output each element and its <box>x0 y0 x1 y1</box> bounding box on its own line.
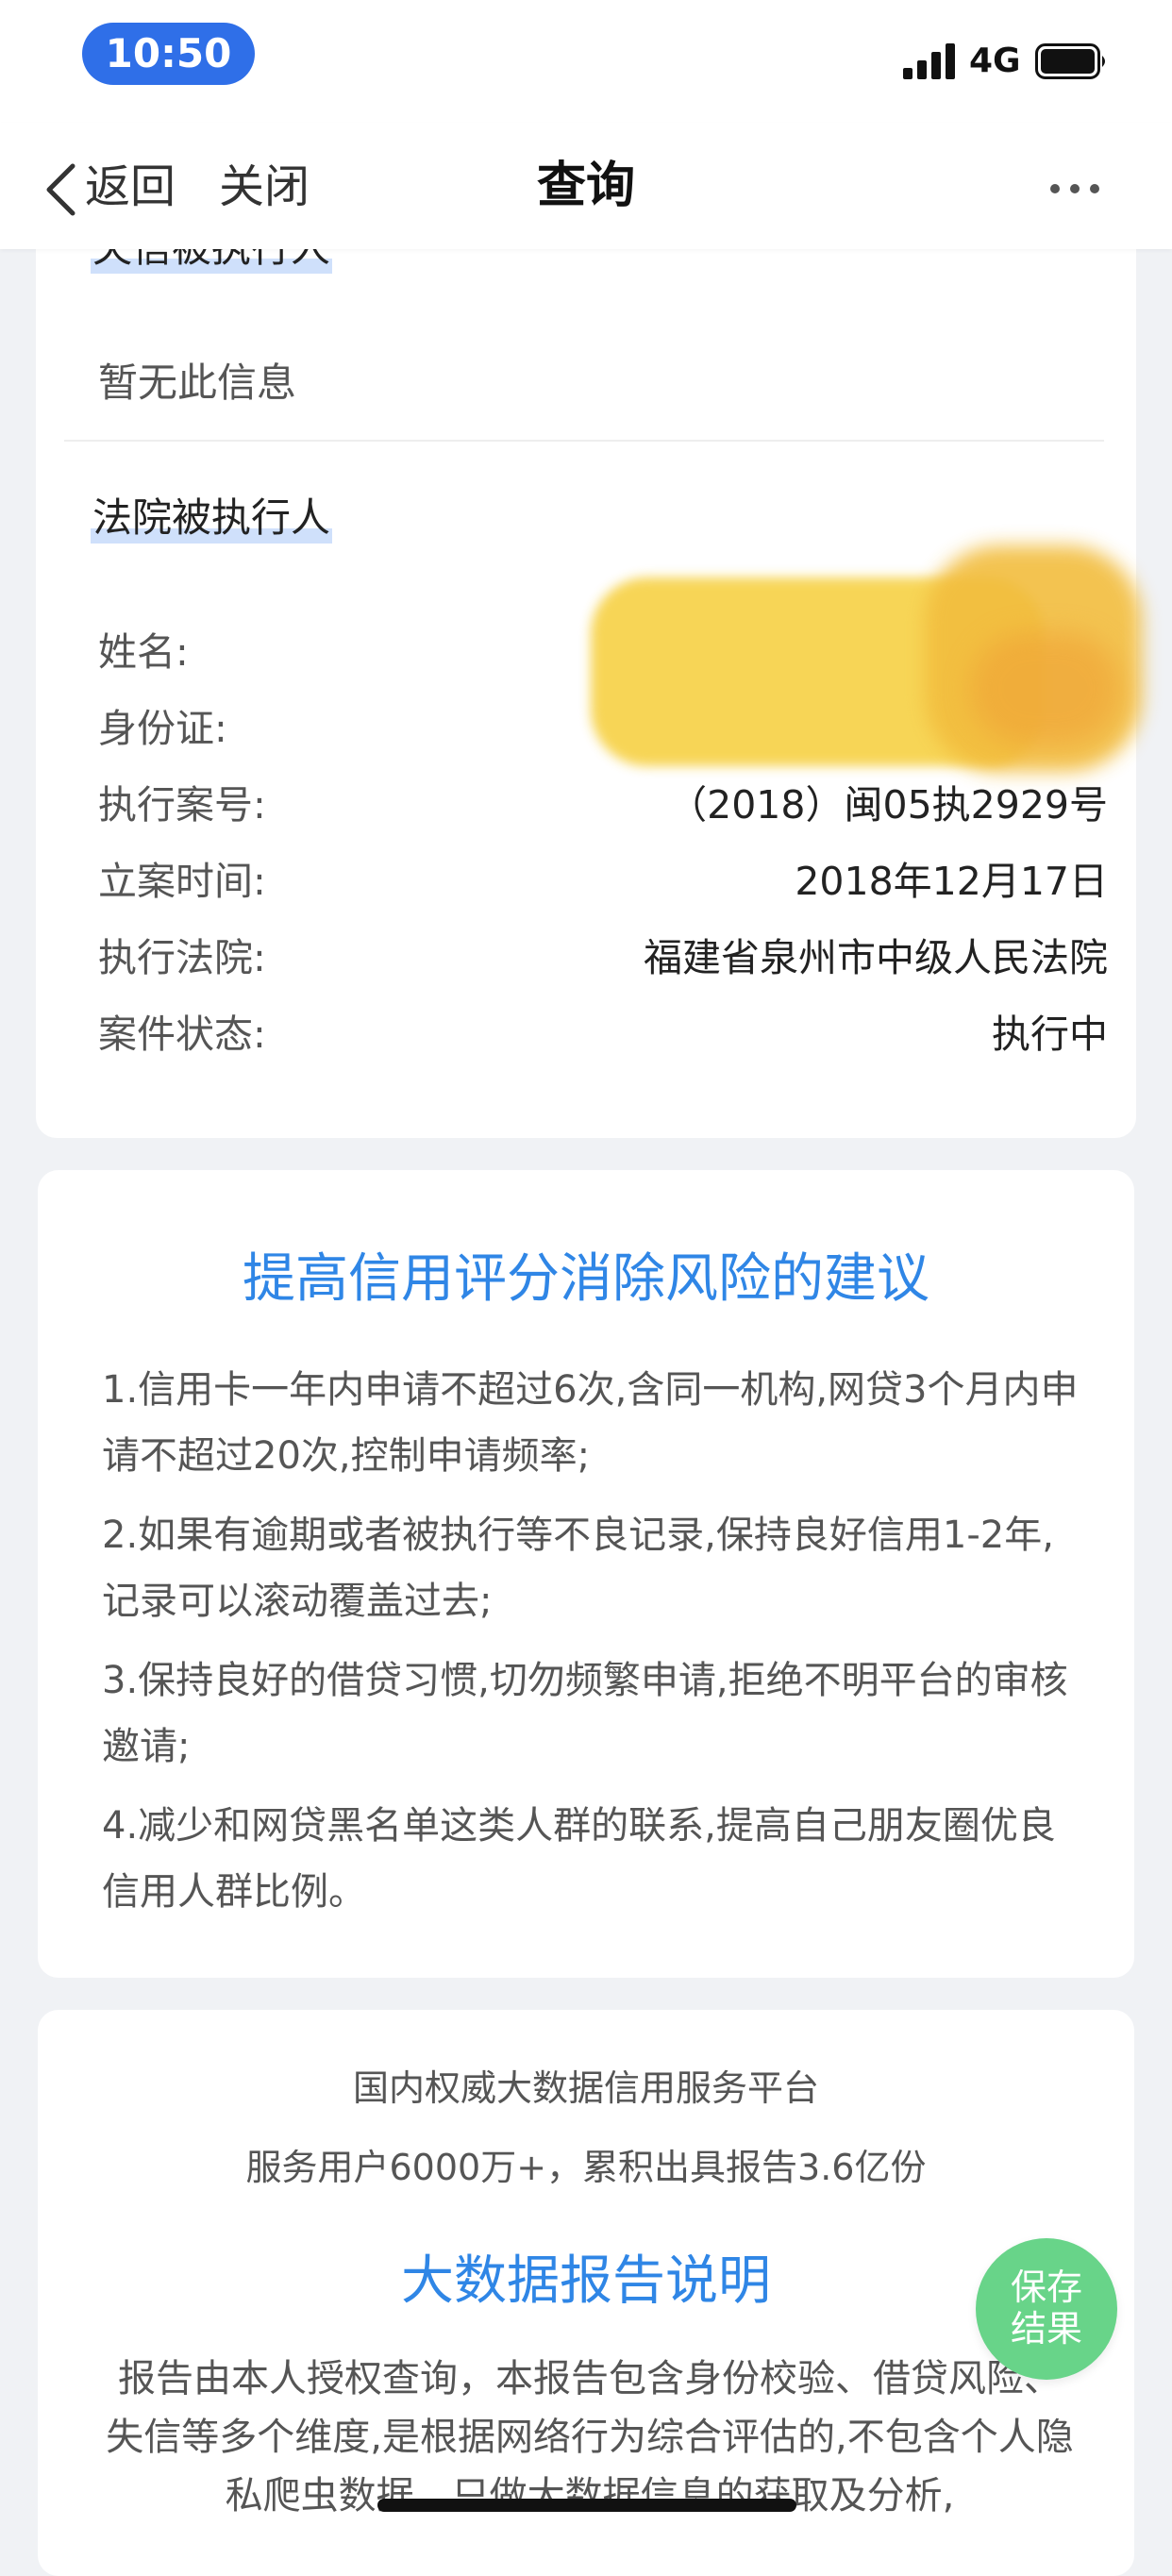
advice-item: 1.信用卡一年内申请不超过6次,含同一机构,网贷3个月内申请不超过20次,控制申… <box>102 1368 1079 1478</box>
court-section-label: 法院被执行人 <box>91 493 333 544</box>
info-key: 立案时间: <box>98 859 266 904</box>
empty-info-text: 暂无此信息 <box>98 360 297 406</box>
info-key: 姓名: <box>98 629 189 675</box>
report-info-card: 国内权威大数据信用服务平台 服务用户6000万+，累积出具报告3.6亿份 大数据… <box>38 2010 1134 2576</box>
more-icon[interactable] <box>1049 179 1100 198</box>
platform-stats: 服务用户6000万+，累积出具报告3.6亿份 <box>245 2147 927 2188</box>
info-value: 执行中 <box>992 1012 1108 1057</box>
page-title: 查询 <box>536 158 635 214</box>
network-type: 4G <box>969 42 1021 80</box>
info-row-court: 执行法院: 福建省泉州市中级人民法院 <box>98 928 1108 987</box>
signal-icon <box>903 43 955 79</box>
battery-icon <box>1035 43 1105 79</box>
info-row-status: 案件状态: 执行中 <box>98 1005 1108 1063</box>
info-key: 身份证: <box>98 706 227 751</box>
info-value: （2018）闽05执2929号 <box>668 782 1108 828</box>
advice-item: 3.保持良好的借贷习惯,切勿频繁申请,拒绝不明平台的审核邀请; <box>102 1659 1068 1768</box>
close-button[interactable]: 关闭 <box>219 159 310 215</box>
redaction-mark <box>970 632 1121 745</box>
save-result-button[interactable]: 保存 结果 <box>976 2238 1117 2380</box>
advice-card: 提高信用评分消除风险的建议 1.信用卡一年内申请不超过6次,含同一机构,网贷3个… <box>38 1170 1134 1978</box>
advice-item: 2.如果有逾期或者被执行等不良记录,保持良好信用1-2年,记录可以滚动覆盖过去; <box>102 1514 1054 1623</box>
info-row-case-number: 执行案号: （2018）闽05执2929号 <box>98 776 1108 834</box>
info-value: 2018年12月17日 <box>795 859 1108 904</box>
home-indicator[interactable] <box>377 2499 796 2512</box>
info-row-filing-date: 立案时间: 2018年12月17日 <box>98 852 1108 911</box>
platform-subtitle: 国内权威大数据信用服务平台 <box>352 2067 819 2109</box>
advice-title: 提高信用评分消除风险的建议 <box>243 1248 929 1310</box>
info-key: 执行法院: <box>98 935 266 980</box>
advice-item: 4.减少和网贷黑名单这类人群的联系,提高自己朋友圈优良信用人群比例。 <box>102 1804 1056 1914</box>
save-button-line1: 保存 <box>1010 2267 1082 2308</box>
back-button[interactable]: 返回 <box>85 159 176 215</box>
chevron-left-icon[interactable] <box>42 160 79 219</box>
navigation-bar: 返回 关闭 查询 <box>0 123 1172 249</box>
info-key: 案件状态: <box>98 1012 266 1057</box>
divider <box>64 440 1104 442</box>
save-button-line2: 结果 <box>1010 2308 1082 2350</box>
status-time: 10:50 <box>82 23 255 85</box>
report-title: 大数据报告说明 <box>401 2250 771 2312</box>
info-value: 福建省泉州市中级人民法院 <box>644 935 1108 980</box>
status-bar: 10:50 4G <box>0 0 1172 123</box>
info-key: 执行案号: <box>98 782 266 828</box>
enforcement-card: 失信被执行人 暂无此信息 法院被执行人 姓名: 身份证: 执行案号: （2018… <box>36 189 1142 1138</box>
